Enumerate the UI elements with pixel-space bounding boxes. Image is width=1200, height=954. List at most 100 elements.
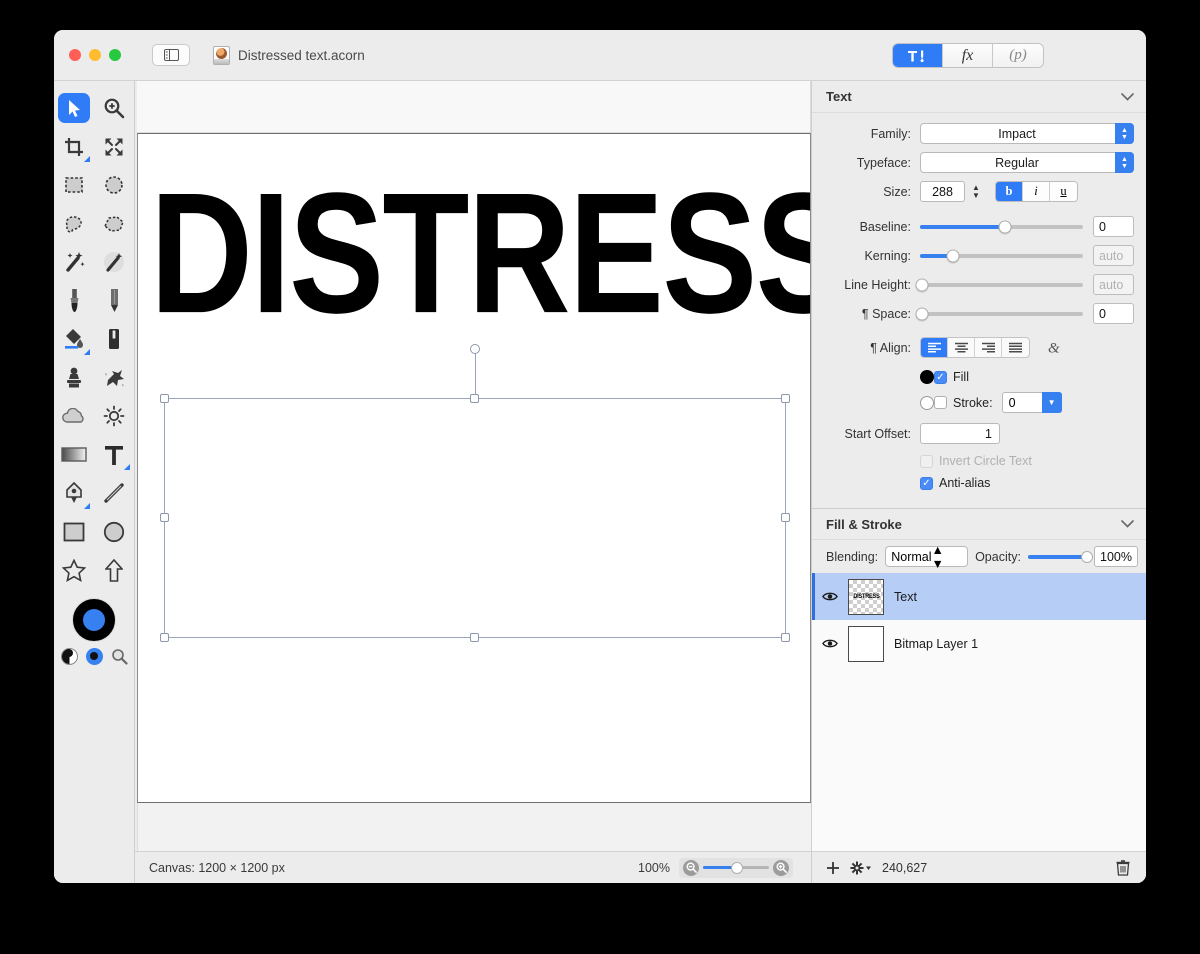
space-input[interactable]: 0 — [1093, 303, 1134, 324]
tool-gradient[interactable] — [54, 436, 94, 475]
line-height-slider[interactable] — [920, 283, 1083, 287]
fill-checkbox[interactable]: ✓ — [934, 371, 947, 384]
tab-tools[interactable] — [893, 44, 943, 67]
blending-mode-select[interactable]: Normal ▲▼ — [885, 546, 968, 567]
tool-bezier-pen[interactable] — [54, 474, 94, 513]
tool-dodge[interactable] — [94, 397, 134, 436]
tool-move[interactable] — [54, 89, 94, 128]
tool-ellipse[interactable] — [94, 513, 134, 552]
handle-middle-left[interactable] — [160, 513, 169, 522]
tool-arrow-shape[interactable] — [94, 551, 134, 590]
tool-rect-marquee[interactable] — [54, 166, 94, 205]
family-label: Family: — [812, 127, 920, 141]
half-black-white-icon[interactable] — [61, 648, 78, 665]
layer-row-bitmap[interactable]: Bitmap Layer 1 — [812, 620, 1146, 667]
minimize-button[interactable] — [89, 49, 101, 61]
align-right-button[interactable] — [975, 338, 1002, 357]
kerning-slider[interactable] — [920, 254, 1083, 258]
handle-top-right[interactable] — [781, 394, 790, 403]
zoom-slider[interactable] — [703, 866, 769, 869]
bold-button[interactable]: b — [996, 182, 1023, 201]
start-offset-row: Start Offset: 1 — [812, 423, 1134, 444]
tool-paint-bucket[interactable] — [54, 320, 94, 359]
font-family-select[interactable]: Impact ▲▼ — [920, 123, 1134, 144]
magnifier-icon[interactable] — [111, 648, 128, 665]
tool-zoom[interactable] — [94, 89, 134, 128]
align-justify-button[interactable] — [1002, 338, 1029, 357]
text-section-header[interactable]: Text — [812, 81, 1146, 113]
layer-name[interactable]: Text — [894, 590, 917, 604]
baseline-input[interactable]: 0 — [1093, 216, 1134, 237]
sidebar-toggle-button[interactable] — [152, 44, 190, 66]
italic-button[interactable]: i — [1023, 182, 1050, 201]
plus-icon[interactable] — [826, 861, 840, 875]
tool-transform[interactable] — [94, 128, 134, 167]
align-center-button[interactable] — [948, 338, 975, 357]
layer-name[interactable]: Bitmap Layer 1 — [894, 637, 978, 651]
canvas[interactable]: DISTRESS — [137, 133, 811, 803]
tool-eraser[interactable] — [94, 320, 134, 359]
chevron-down-icon[interactable]: ▼ — [1042, 392, 1062, 413]
gear-icon[interactable] — [850, 861, 872, 875]
ampersand-icon[interactable]: & — [1047, 339, 1064, 356]
close-button[interactable] — [69, 49, 81, 61]
chevron-down-icon[interactable] — [1121, 93, 1134, 101]
typeface-value: Regular — [995, 156, 1039, 170]
tool-pencil[interactable] — [94, 282, 134, 321]
tool-text[interactable] — [94, 436, 134, 475]
tool-brush[interactable] — [54, 282, 94, 321]
typeface-select[interactable]: Regular ▲▼ — [920, 152, 1134, 173]
anti-alias-checkbox[interactable]: ✓ — [920, 477, 933, 490]
layer-row-text[interactable]: DISTRESS Text — [812, 573, 1146, 620]
tool-crop[interactable] — [54, 128, 94, 167]
handle-bottom-center[interactable] — [470, 633, 479, 642]
stroke-checkbox[interactable] — [934, 396, 947, 409]
opacity-input[interactable]: 100% — [1094, 546, 1138, 567]
tool-line[interactable] — [94, 474, 134, 513]
tool-magic-wand[interactable] — [54, 243, 94, 282]
tool-smudge[interactable] — [94, 359, 134, 398]
tool-rectangle[interactable] — [54, 513, 94, 552]
layer-visibility-toggle[interactable] — [822, 591, 838, 602]
chevron-down-icon[interactable] — [1121, 520, 1134, 528]
trash-icon[interactable] — [1116, 860, 1130, 876]
handle-bottom-left[interactable] — [160, 633, 169, 642]
tool-ellipse-marquee[interactable] — [94, 166, 134, 205]
start-offset-input[interactable]: 1 — [920, 423, 1000, 444]
opacity-slider[interactable] — [1028, 555, 1087, 559]
zoom-in-button[interactable] — [773, 860, 789, 876]
handle-top-left[interactable] — [160, 394, 169, 403]
space-slider[interactable] — [920, 312, 1083, 316]
line-height-input[interactable]: auto — [1093, 274, 1134, 295]
gradient-icon — [61, 447, 87, 462]
handle-bottom-right[interactable] — [781, 633, 790, 642]
layer-thumbnail-text: DISTRESS — [853, 593, 879, 600]
align-left-button[interactable] — [921, 338, 948, 357]
blue-black-circle-icon[interactable] — [86, 648, 103, 665]
tab-fx[interactable]: fx — [943, 44, 993, 67]
kerning-input[interactable]: auto — [1093, 245, 1134, 266]
zoom-out-button[interactable] — [683, 860, 699, 876]
foreground-color-well[interactable] — [72, 598, 116, 642]
stroke-width-input[interactable]: 0 ▼ — [1002, 392, 1062, 413]
font-size-stepper[interactable]: ▲▼ — [970, 184, 982, 200]
tool-blur[interactable] — [54, 397, 94, 436]
tool-polygon-lasso[interactable] — [94, 205, 134, 244]
zoom-button[interactable] — [109, 49, 121, 61]
tool-instant-alpha[interactable] — [94, 243, 134, 282]
underline-button[interactable]: u — [1050, 182, 1077, 201]
tool-clone-stamp[interactable] — [54, 359, 94, 398]
baseline-slider[interactable] — [920, 225, 1083, 229]
layer-visibility-toggle[interactable] — [822, 638, 838, 649]
fill-stroke-section-header[interactable]: Fill & Stroke — [812, 508, 1146, 540]
handle-top-center[interactable] — [470, 394, 479, 403]
tab-palette[interactable]: (p) — [993, 44, 1043, 67]
stroke-color-swatch[interactable] — [920, 396, 934, 410]
handle-middle-right[interactable] — [781, 513, 790, 522]
artwork-text[interactable]: DISTRESS — [150, 168, 811, 340]
tool-lasso[interactable] — [54, 205, 94, 244]
tool-star[interactable] — [54, 551, 94, 590]
fill-color-swatch[interactable] — [920, 370, 934, 384]
font-size-input[interactable]: 288 — [920, 181, 965, 202]
zoom-slider-track[interactable] — [679, 858, 793, 878]
